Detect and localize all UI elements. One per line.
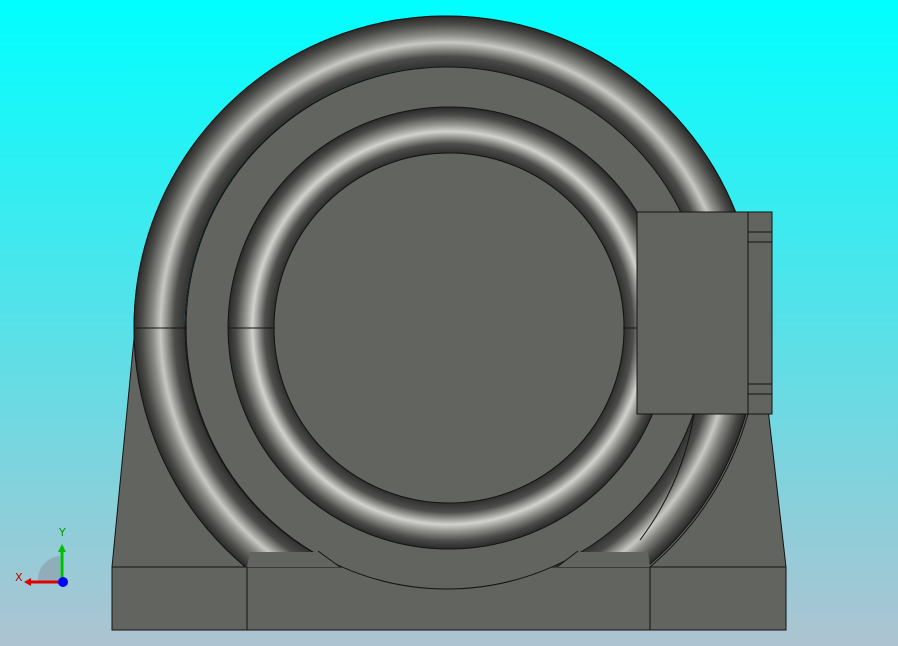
y-axis-label: Y [59,526,66,539]
model-view[interactable] [0,0,898,646]
lug-notch-top [747,231,773,243]
axis-triad: Y X [12,524,76,594]
z-axis-dot [58,577,68,587]
x-axis-label: X [15,571,23,584]
lug-notch-bottom [747,383,773,395]
bore-face [273,152,625,504]
3d-viewport[interactable]: Y X [0,0,898,646]
